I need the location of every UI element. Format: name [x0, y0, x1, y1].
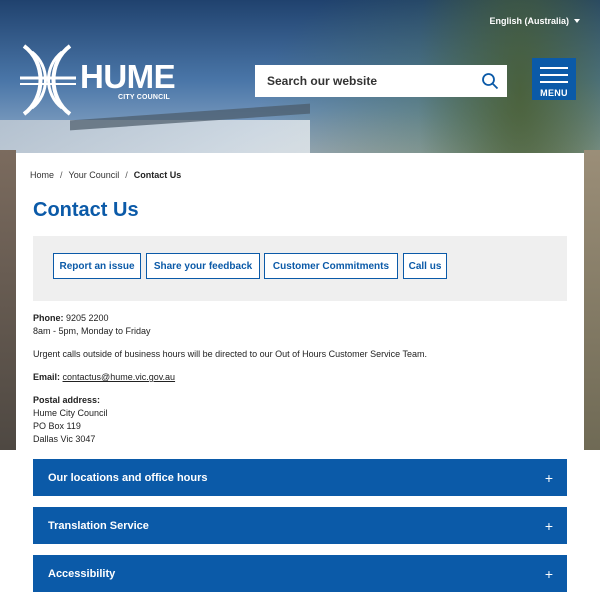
contact-info: Phone: 9205 2200 8am - 5pm, Monday to Fr… [33, 312, 427, 456]
postal-block: Postal address: Hume City Council PO Box… [33, 394, 427, 446]
business-hours: 8am - 5pm, Monday to Friday [33, 326, 151, 336]
hero-right-wall [584, 150, 600, 450]
menu-label: MENU [540, 88, 568, 98]
page-title: Contact Us [33, 199, 139, 221]
email-block: Email: contactus@hume.vic.gov.au [33, 371, 427, 384]
search-input[interactable] [255, 65, 473, 97]
postal-line: Dallas Vic 3047 [33, 434, 96, 444]
hamburger-bar [540, 81, 568, 83]
plus-icon: + [544, 469, 553, 486]
phone-block: Phone: 9205 2200 8am - 5pm, Monday to Fr… [33, 312, 427, 338]
accordion-accessibility[interactable]: Accessibility + [33, 555, 567, 592]
logo-wordmark: HUME CITY COUNCIL [80, 58, 176, 101]
caret-down-icon [574, 19, 580, 23]
logo-subtext: CITY COUNCIL [117, 94, 170, 101]
report-issue-button[interactable]: Report an issue [53, 253, 141, 279]
language-selector[interactable]: English (Australia) [489, 16, 580, 26]
postal-label: Postal address: [33, 395, 101, 405]
postal-line: Hume City Council [33, 408, 108, 418]
email-label: Email: [33, 372, 61, 382]
phone-label: Phone: [33, 313, 64, 323]
phone-value: 9205 2200 [66, 313, 109, 323]
site-logo[interactable]: HUME CITY COUNCIL [16, 42, 176, 118]
plus-icon: + [544, 517, 553, 534]
search-bar [255, 65, 507, 97]
menu-button[interactable]: MENU [532, 58, 576, 100]
logo-text: HUME [80, 58, 176, 95]
customer-commitments-button[interactable]: Customer Commitments [264, 253, 398, 279]
quick-links-panel: Report an issue Share your feedback Cust… [33, 236, 567, 301]
search-button[interactable] [473, 65, 507, 97]
breadcrumb-separator: / [60, 170, 63, 180]
hume-logo-icon [20, 44, 76, 116]
breadcrumb: Home / Your Council / Contact Us [30, 170, 181, 180]
breadcrumb-separator: / [125, 170, 128, 180]
language-label: English (Australia) [489, 16, 569, 26]
accordion-label: Accessibility [48, 567, 116, 580]
hamburger-icon [540, 67, 568, 69]
breadcrumb-current: Contact Us [133, 170, 182, 180]
search-icon [482, 73, 499, 90]
accordion-label: Translation Service [48, 519, 149, 532]
breadcrumb-home[interactable]: Home [30, 170, 54, 180]
plus-icon: + [544, 565, 553, 582]
hero-left-wall [0, 150, 16, 450]
accordion-label: Our locations and office hours [48, 471, 208, 484]
accordion-locations[interactable]: Our locations and office hours + [33, 459, 567, 496]
breadcrumb-your-council[interactable]: Your Council [69, 170, 120, 180]
email-link[interactable]: contactus@hume.vic.gov.au [63, 372, 176, 382]
share-feedback-button[interactable]: Share your feedback [146, 253, 260, 279]
hamburger-bar [540, 74, 568, 76]
accordion-translation[interactable]: Translation Service + [33, 507, 567, 544]
call-us-button[interactable]: Call us [403, 253, 447, 279]
urgent-calls-text: Urgent calls outside of business hours w… [33, 349, 428, 359]
postal-line: PO Box 119 [33, 421, 81, 431]
